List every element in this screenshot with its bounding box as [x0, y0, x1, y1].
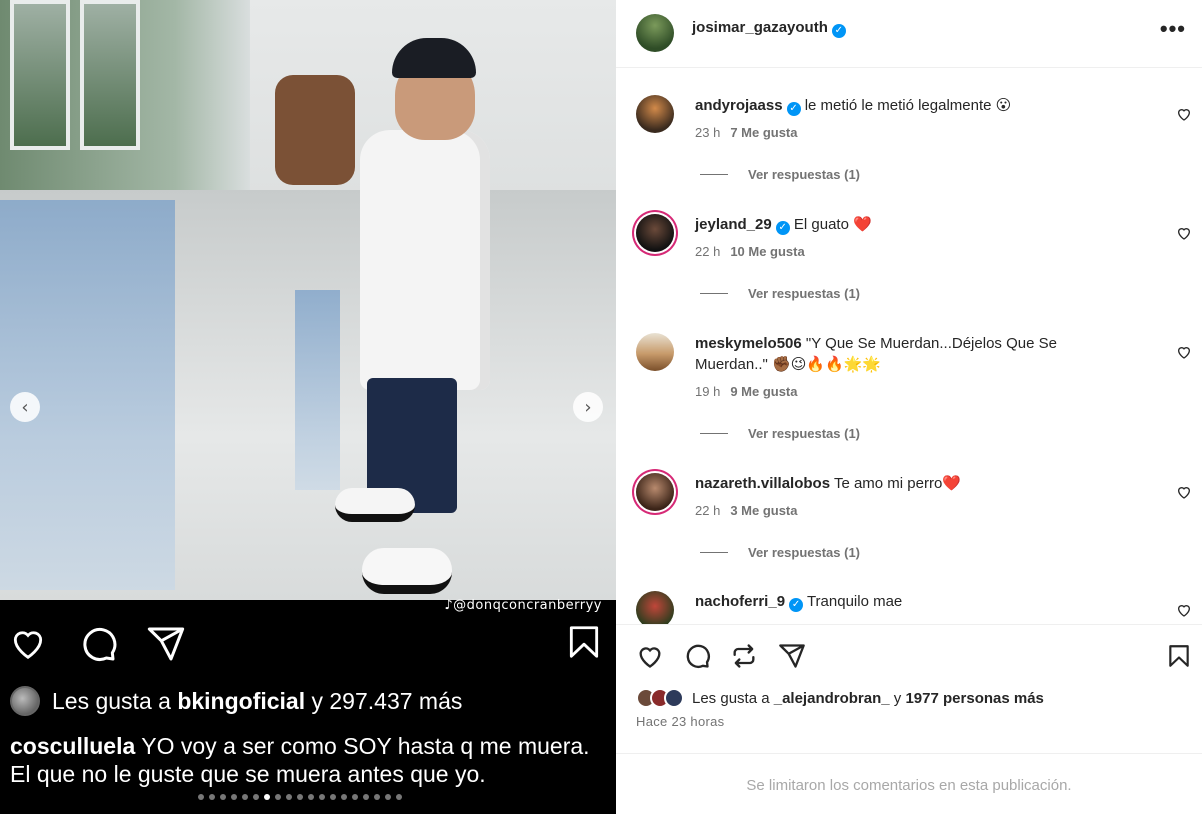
repost-icon[interactable] [730, 642, 758, 670]
carousel-dot[interactable] [242, 794, 248, 800]
carousel-dot[interactable] [231, 794, 237, 800]
carousel-dot[interactable] [308, 794, 314, 800]
comment-username[interactable]: meskymelo506 [695, 335, 802, 352]
post-action-bar [616, 624, 1202, 680]
left-caption: cosculluela YO voy a ser como SOY hasta … [10, 733, 590, 787]
comment-time: 23 h [695, 125, 721, 140]
carousel-dot[interactable] [297, 794, 303, 800]
comment-text: El guato ❤️ [793, 216, 872, 233]
comment-icon[interactable] [78, 624, 118, 664]
avatar[interactable] [636, 473, 674, 511]
avatar[interactable] [636, 591, 674, 624]
carousel-dot[interactable] [385, 794, 391, 800]
heart-icon[interactable] [1176, 344, 1192, 360]
avatar[interactable] [636, 95, 674, 133]
avatar[interactable] [636, 14, 674, 52]
likes-count[interactable]: 1977 personas más [905, 690, 1043, 707]
comment-icon[interactable] [683, 642, 711, 670]
tiktok-watermark: ♪@donqconcranberryy [444, 598, 602, 613]
comment-time: 19 h [695, 384, 721, 399]
heart-icon[interactable] [8, 624, 48, 662]
comment-username[interactable]: andyrojaass [695, 97, 783, 114]
verified-badge-icon: ✓ [831, 24, 846, 38]
avatar[interactable] [636, 214, 674, 252]
comments-limited-notice: Se limitaron los comentarios en esta pub… [616, 753, 1202, 814]
carousel-indicator [198, 794, 402, 800]
comment-username[interactable]: jeyland_29 [695, 216, 772, 233]
comment-time: 22 h [695, 244, 721, 259]
carousel-dot[interactable] [363, 794, 369, 800]
bookmark-icon[interactable] [565, 622, 603, 662]
comment-text: Tranquilo mae [806, 593, 903, 610]
comment-username[interactable]: nachoferri_9 [695, 593, 785, 610]
share-icon[interactable] [146, 624, 186, 664]
avatar [10, 686, 40, 716]
share-icon[interactable] [778, 642, 806, 670]
heart-icon[interactable] [1176, 225, 1192, 241]
carousel-dot-active[interactable] [264, 794, 270, 800]
carousel-dot[interactable] [396, 794, 402, 800]
likes-summary: Les gusta a _alejandrobran_ y 1977 perso… [636, 688, 1044, 708]
owner-username[interactable]: josimar_gazayouth ✓ [692, 19, 846, 38]
post-timestamp[interactable]: Hace 23 horas [636, 714, 724, 729]
carousel-dot[interactable] [374, 794, 380, 800]
carousel-dot[interactable] [209, 794, 215, 800]
heart-icon[interactable] [635, 642, 665, 670]
carousel-dot[interactable] [319, 794, 325, 800]
more-options-button[interactable]: ••• [1160, 16, 1186, 42]
carousel-dot[interactable] [198, 794, 204, 800]
verified-badge-icon: ✓ [789, 598, 804, 612]
view-replies-button[interactable]: Ver respuestas (1) [700, 167, 860, 182]
left-action-bar [0, 615, 616, 675]
comment-time: 22 h [695, 503, 721, 518]
left-likes-row: Les gusta a bkingoficial y 297.437 más [10, 686, 462, 716]
view-replies-button[interactable]: Ver respuestas (1) [700, 286, 860, 301]
person [360, 130, 490, 390]
verified-badge-icon: ✓ [786, 102, 801, 116]
comment-likes[interactable]: 10 Me gusta [730, 244, 804, 259]
liker-username[interactable]: _alejandrobran_ [774, 690, 890, 707]
view-replies-button[interactable]: Ver respuestas (1) [700, 545, 860, 560]
comment-likes[interactable]: 3 Me gusta [730, 503, 797, 518]
comment-likes[interactable]: 9 Me gusta [730, 384, 797, 399]
post-header: josimar_gazayouth ✓ ••• [616, 0, 1202, 68]
bookmark-icon[interactable] [1166, 642, 1192, 670]
caption-username[interactable]: cosculluela [10, 733, 135, 759]
carousel-dot[interactable] [330, 794, 336, 800]
comments-list: andyrojaass ✓ le metió le metió legalment… [616, 68, 1202, 624]
carousel-dot[interactable] [220, 794, 226, 800]
carousel-dot[interactable] [253, 794, 259, 800]
carousel-dot[interactable] [352, 794, 358, 800]
video-frame[interactable]: ‹ › [0, 0, 616, 600]
post-media: ‹ › ♪@donqconcranberryy Les gusta a bkin… [0, 0, 616, 814]
heart-icon[interactable] [1176, 106, 1192, 122]
carousel-dot[interactable] [286, 794, 292, 800]
carousel-dot[interactable] [275, 794, 281, 800]
chevron-left-icon[interactable]: ‹ [10, 392, 40, 422]
liker-avatars [636, 688, 684, 708]
heart-icon[interactable] [1176, 484, 1192, 500]
post-panel: josimar_gazayouth ✓ ••• andyrojaass ✓ le m… [616, 0, 1202, 814]
view-replies-button[interactable]: Ver respuestas (1) [700, 426, 860, 441]
comment-text: Te amo mi perro❤️ [833, 475, 961, 492]
heart-icon[interactable] [1176, 602, 1192, 618]
comment-username[interactable]: nazareth.villalobos [695, 475, 830, 492]
avatar[interactable] [636, 333, 674, 371]
carousel-dot[interactable] [341, 794, 347, 800]
liker-username[interactable]: bkingoficial [177, 688, 305, 714]
verified-badge-icon: ✓ [775, 221, 790, 235]
chevron-right-icon[interactable]: › [573, 392, 603, 422]
comment-likes[interactable]: 7 Me gusta [730, 125, 797, 140]
comment-text: le metió le metió legalmente 😮 [804, 97, 1012, 114]
